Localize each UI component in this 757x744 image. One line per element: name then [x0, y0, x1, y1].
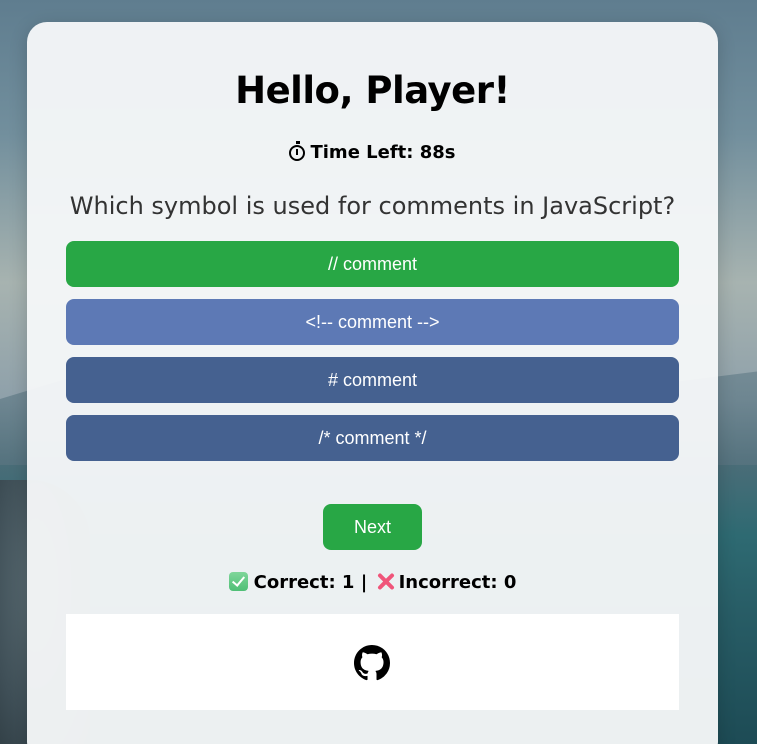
- cross-mark-icon: [376, 572, 395, 591]
- answer-option[interactable]: <!-- comment -->: [66, 299, 679, 345]
- stopwatch-icon: [289, 141, 306, 161]
- github-link[interactable]: [354, 645, 390, 681]
- answer-option[interactable]: /* comment */: [66, 415, 679, 461]
- github-icon: [354, 645, 390, 681]
- timer-label: Time Left: 88s: [310, 142, 456, 163]
- quiz-card: Hello, Player! Time Left: 88s Which symb…: [27, 22, 718, 744]
- greeting-title: Hello, Player!: [235, 69, 510, 112]
- score-display: Correct: 1 | Incorrect: 0: [27, 572, 718, 593]
- question-text: Which symbol is used for comments in Jav…: [69, 192, 676, 220]
- answer-option[interactable]: # comment: [66, 357, 679, 403]
- check-mark-icon: [228, 572, 248, 591]
- answer-options: // comment <!-- comment --> # comment /*…: [66, 241, 679, 473]
- answer-option[interactable]: // comment: [66, 241, 679, 287]
- timer: Time Left: 88s: [27, 141, 718, 163]
- incorrect-count: Incorrect: 0: [398, 572, 517, 593]
- score-separator: |: [360, 572, 368, 593]
- next-button[interactable]: Next: [323, 504, 422, 550]
- correct-count: Correct: 1: [253, 572, 355, 593]
- footer: [66, 614, 679, 710]
